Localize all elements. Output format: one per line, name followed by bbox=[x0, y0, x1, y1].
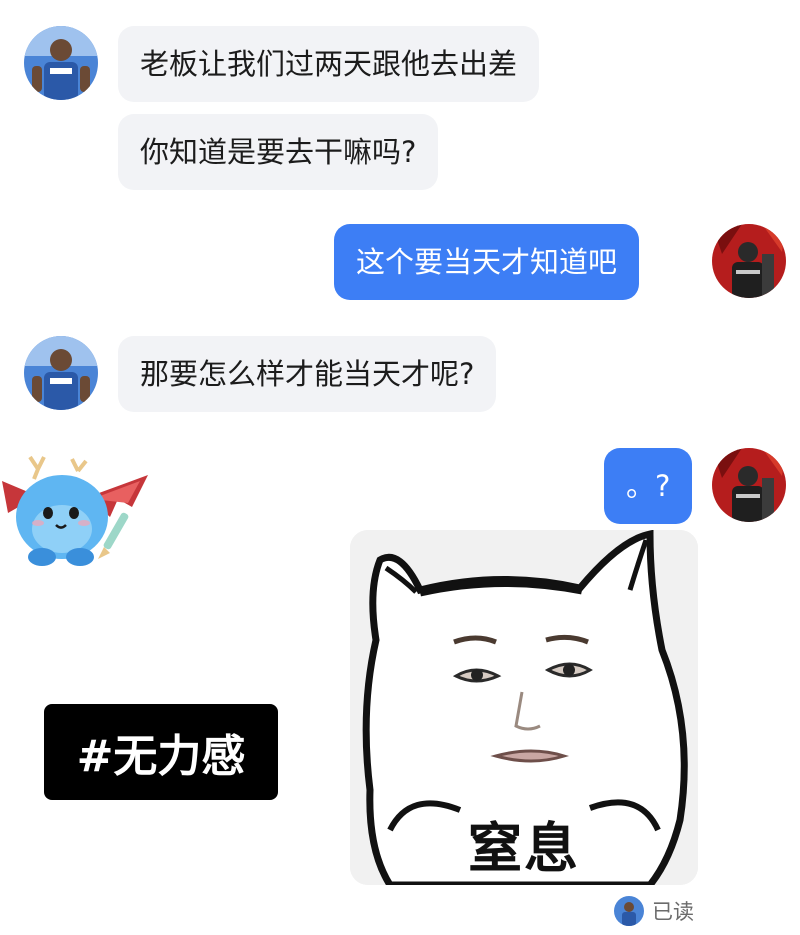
read-receipt-label: 已读 bbox=[652, 900, 694, 924]
message-text: 老板让我们过两天跟他去出差 bbox=[140, 46, 518, 81]
meme-caption: 窒息 bbox=[468, 817, 580, 880]
cat-meme-sticker[interactable]: 窒息 bbox=[350, 530, 698, 885]
my-avatar[interactable] bbox=[712, 448, 786, 522]
read-receipt-avatar bbox=[614, 896, 644, 926]
message-text: 这个要当天才知道吧 bbox=[356, 244, 618, 279]
other-user-avatar[interactable] bbox=[24, 26, 98, 100]
message-text: 你知道是要去干嘛吗? bbox=[140, 134, 417, 169]
my-avatar[interactable] bbox=[712, 224, 786, 298]
message-bubble-incoming[interactable]: 那要怎么样才能当天才呢? bbox=[118, 336, 497, 412]
hashtag-label: #无力感 bbox=[44, 704, 278, 800]
other-user-avatar[interactable] bbox=[24, 336, 98, 410]
hashtag-text: #无力感 bbox=[76, 731, 246, 782]
message-bubble-incoming[interactable]: 老板让我们过两天跟他去出差 bbox=[118, 26, 540, 102]
read-receipt: 已读 bbox=[614, 894, 694, 928]
dragon-sticker bbox=[0, 455, 150, 567]
message-bubble-incoming[interactable]: 你知道是要去干嘛吗? bbox=[118, 114, 439, 190]
message-text: 那要怎么样才能当天才呢? bbox=[140, 356, 475, 391]
message-bubble-outgoing[interactable]: 这个要当天才知道吧 bbox=[334, 224, 640, 300]
chat-window: 老板让我们过两天跟他去出差 你知道是要去干嘛吗? 这个要当天才知道吧 那要怎么样… bbox=[0, 0, 800, 935]
message-bubble-outgoing[interactable]: 。? bbox=[604, 448, 693, 524]
message-text: 。? bbox=[626, 468, 671, 503]
